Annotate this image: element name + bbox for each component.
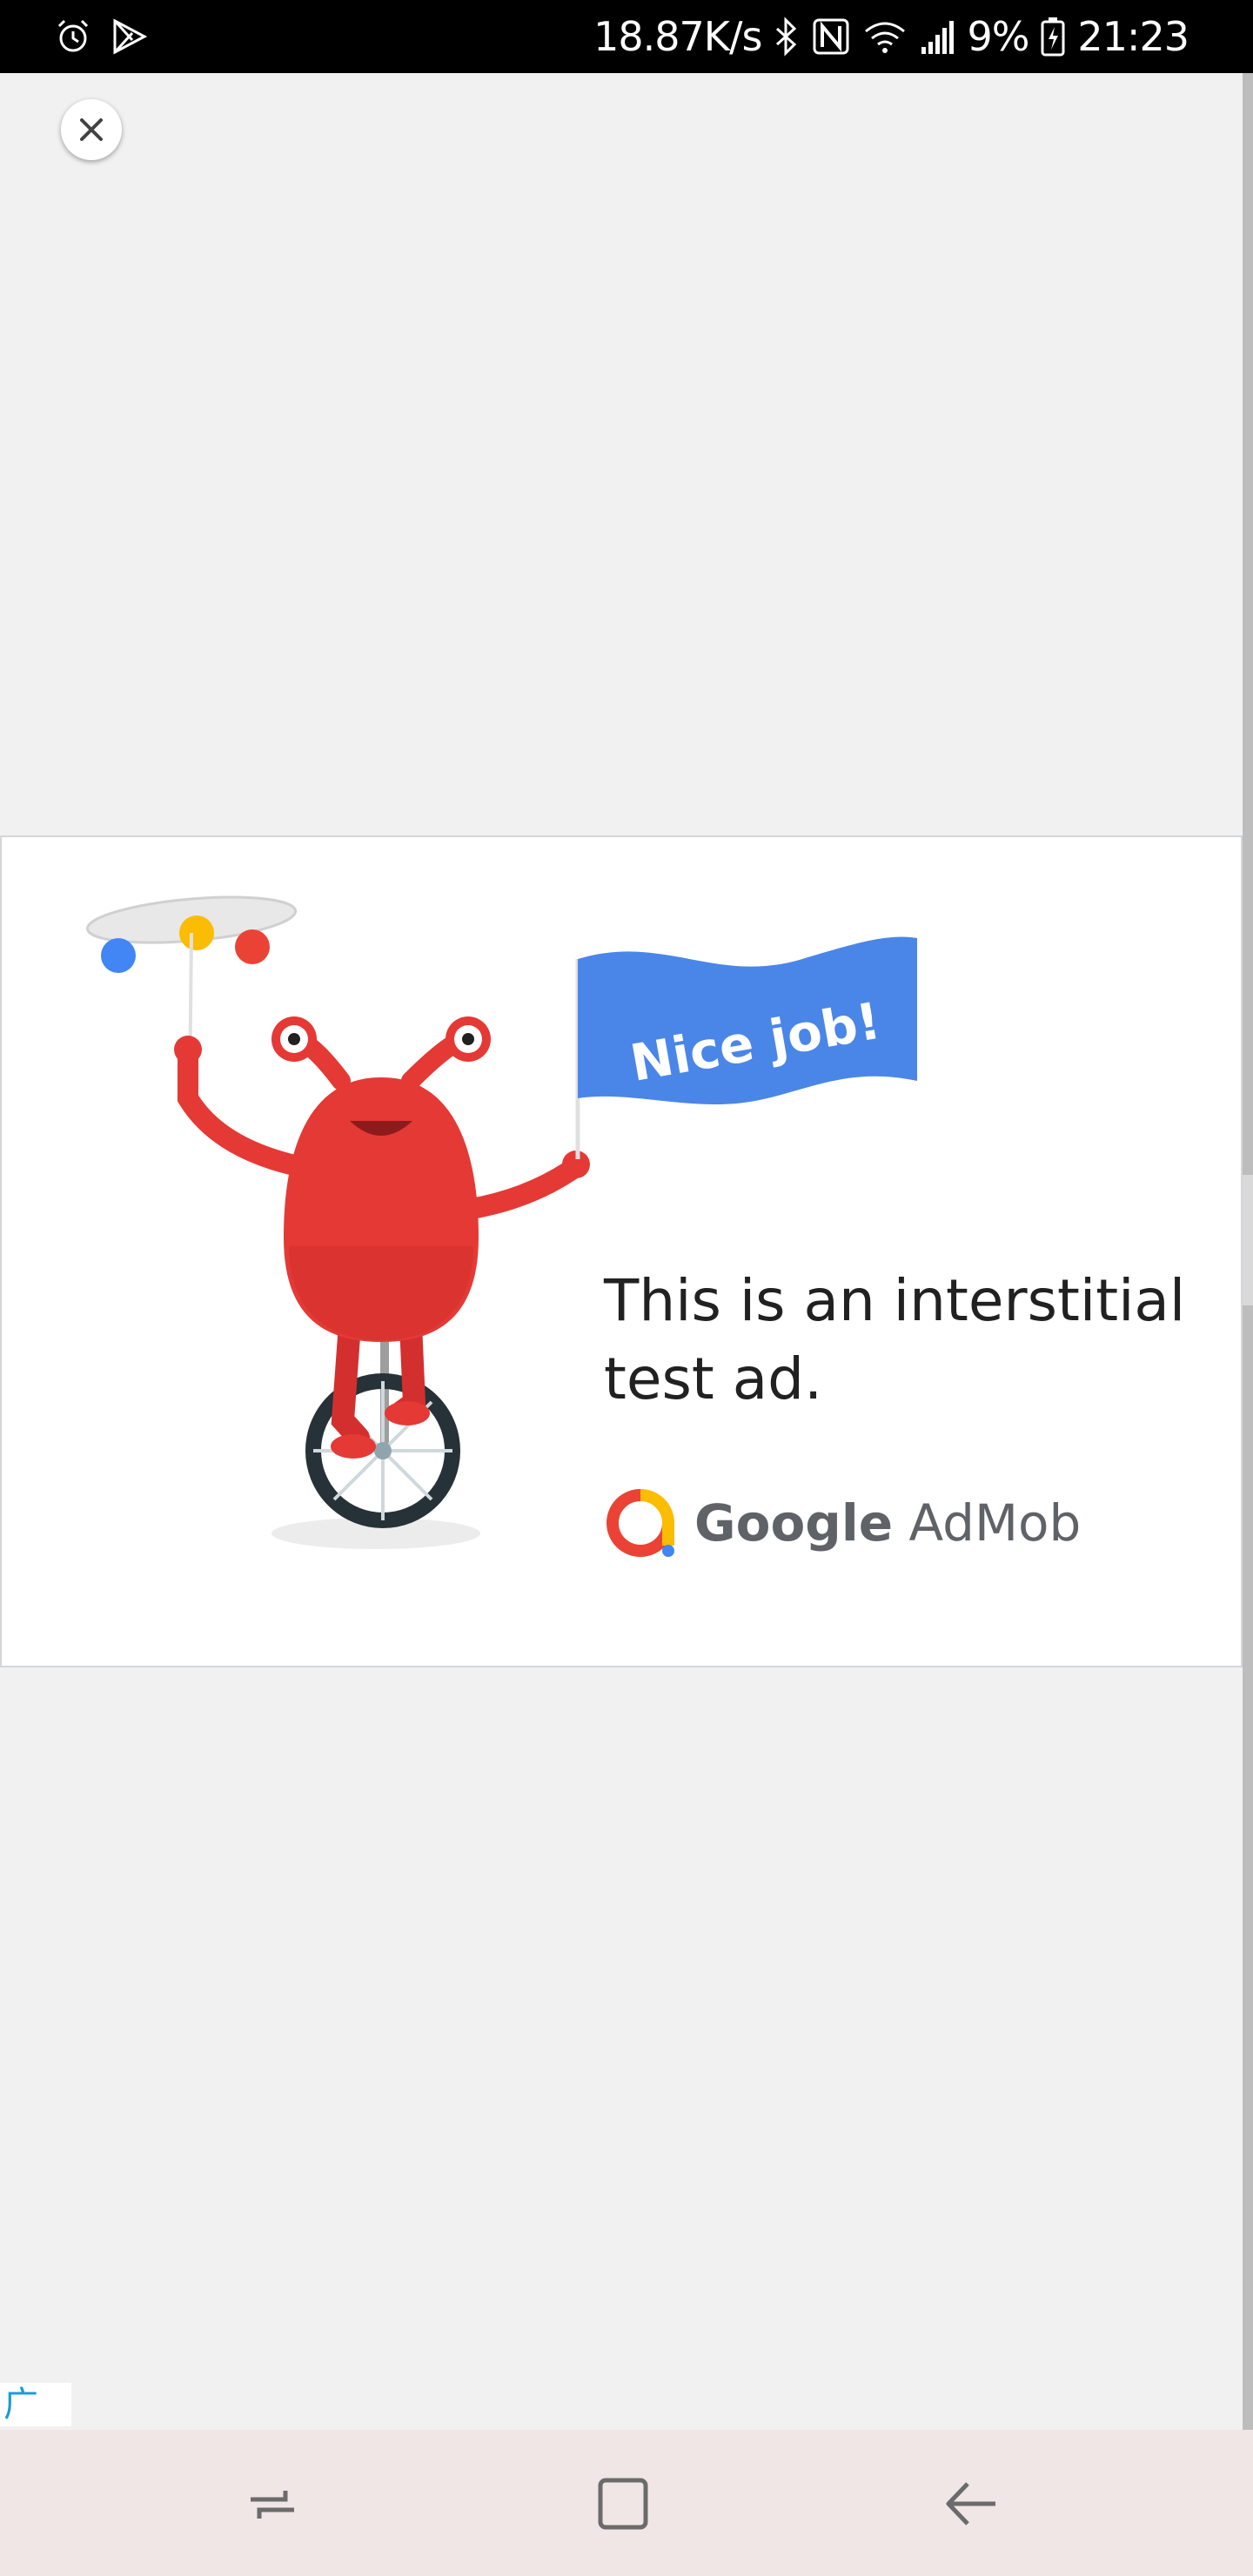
network-speed: 18.87K/s <box>593 13 762 60</box>
ad-label: 广告 <box>0 2383 71 2468</box>
home-icon <box>598 2478 648 2530</box>
battery-icon <box>1041 17 1065 57</box>
recent-apps-icon <box>251 2491 294 2519</box>
home-button[interactable] <box>583 2465 661 2543</box>
navigation-bar <box>0 2430 1253 2576</box>
close-icon <box>80 118 103 141</box>
play-store-icon <box>111 17 148 56</box>
signal-icon <box>920 17 955 56</box>
status-right: 18.87K/s 9% 21:23 <box>593 9 1189 64</box>
close-ad-button[interactable] <box>61 99 122 160</box>
status-left-icons <box>54 16 148 57</box>
back-button[interactable] <box>933 2465 1011 2543</box>
admob-wordmark: Google AdMob <box>694 1493 1081 1553</box>
admob-logo: Google AdMob <box>606 1488 1081 1558</box>
ad-headline: This is an interstitial test ad. <box>604 1267 1186 1412</box>
red-ball <box>235 929 270 964</box>
yellow-ball <box>179 916 214 950</box>
bluetooth-icon <box>774 17 800 57</box>
nfc-icon <box>812 17 850 56</box>
interstitial-ad-card[interactable]: Nice job! This is an interstitial test a… <box>0 835 1243 1667</box>
google-wordmark: Google <box>694 1493 894 1553</box>
back-arrow-icon <box>946 2482 995 2526</box>
blue-ball <box>101 938 136 973</box>
alarm-icon <box>54 17 92 56</box>
recent-apps-button[interactable] <box>233 2465 312 2543</box>
admob-name: AdMob <box>908 1493 1082 1553</box>
wifi-icon <box>862 17 908 56</box>
clock: 21:23 <box>1077 13 1189 60</box>
admob-icon <box>606 1489 674 1557</box>
battery-percent: 9% <box>967 13 1029 60</box>
status-bar: 18.87K/s 9% 21:23 <box>0 0 1253 73</box>
